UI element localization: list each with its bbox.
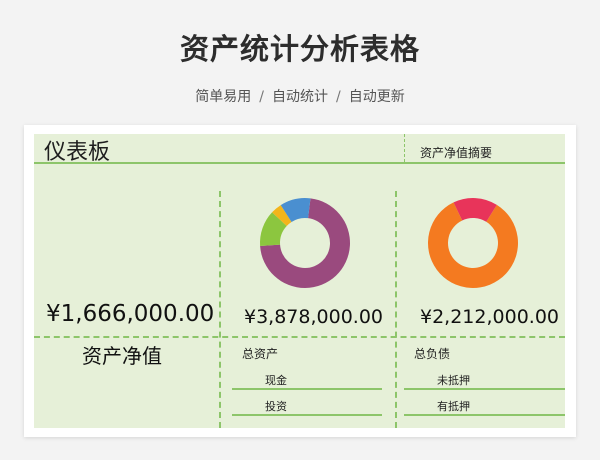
row-divider [34, 336, 565, 338]
asset-item-investment: 投资 [265, 400, 287, 413]
header-divider [404, 134, 405, 162]
net-worth-label: 资产净值 [82, 344, 162, 368]
assets-donut-chart [260, 198, 350, 288]
total-liabilities-amount: ¥2,212,000.00 [420, 306, 560, 328]
page-title: 资产统计分析表格 [179, 32, 420, 66]
column-divider-1 [219, 191, 221, 428]
tag-auto-update: 自动更新 [348, 89, 405, 105]
asset-item-underline [232, 414, 382, 416]
tag-easy: 简单易用 [195, 89, 252, 105]
dashboard-title: 仪表板 [44, 140, 111, 165]
net-worth-summary-label: 资产净值摘要 [420, 146, 493, 160]
total-liabilities-label: 总负债 [414, 347, 451, 361]
total-assets-label: 总资产 [242, 347, 279, 361]
liability-item-underline [404, 414, 565, 416]
column-divider-2 [395, 191, 397, 428]
tag-separator: / [336, 89, 341, 105]
tag-separator: / [259, 89, 264, 105]
net-worth-amount: ¥1,666,000.00 [46, 301, 215, 327]
liability-item-unsecured: 未抵押 [437, 374, 470, 387]
dashboard-sheet: 仪表板 资产净值摘要 ¥1,666,000.00 ¥3,878,000.00 ¥… [34, 134, 565, 428]
total-assets-amount: ¥3,878,000.00 [244, 306, 384, 328]
asset-item-cash: 现金 [265, 374, 287, 387]
asset-item-underline [232, 388, 382, 390]
spreadsheet-preview-card: 仪表板 资产净值摘要 ¥1,666,000.00 ¥3,878,000.00 ¥… [24, 125, 576, 437]
liability-item-secured: 有抵押 [437, 400, 470, 413]
feature-tags: 简单易用 / 自动统计 / 自动更新 [0, 86, 600, 106]
tag-auto-stats: 自动统计 [272, 89, 328, 105]
liabilities-donut-chart [428, 198, 518, 288]
header-underline [34, 162, 565, 164]
liability-item-underline [404, 388, 565, 390]
